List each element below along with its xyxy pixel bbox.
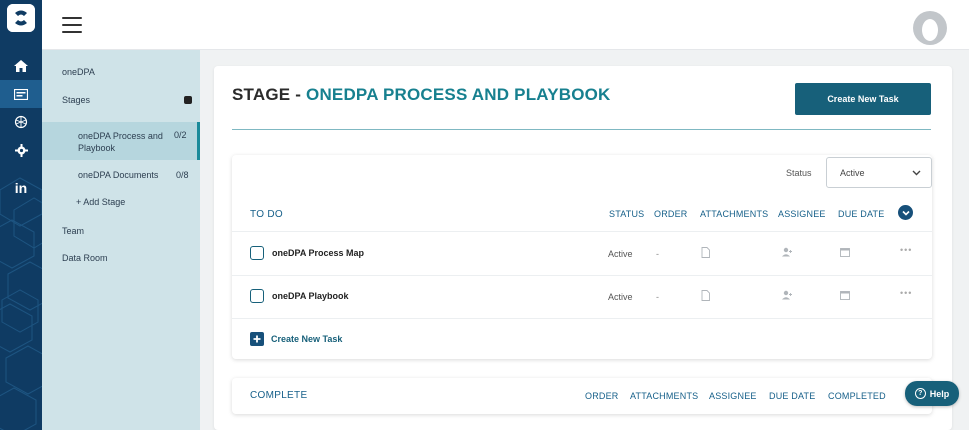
task-order: -	[656, 249, 659, 259]
create-task-link[interactable]: Create New Task	[250, 331, 342, 347]
top-bar	[42, 0, 969, 50]
chevron-down-icon	[912, 170, 921, 176]
more-options-icon[interactable]: •••	[900, 245, 912, 255]
task-name[interactable]: oneDPA Playbook	[272, 291, 349, 301]
calendar-icon[interactable]	[839, 289, 851, 301]
attachment-icon[interactable]	[699, 246, 711, 258]
col-status[interactable]: STATUS	[609, 209, 644, 219]
col-assignee[interactable]: ASSIGNEE	[778, 209, 826, 219]
project-name: oneDPA	[62, 67, 95, 77]
stage-count: 0/8	[176, 170, 189, 180]
task-checkbox[interactable]	[250, 246, 264, 260]
col-assignee[interactable]: ASSIGNEE	[709, 391, 757, 401]
icon-rail: in	[0, 0, 42, 430]
sidebar-stage-process-playbook[interactable]: oneDPA Process and Playbook 0/2	[42, 122, 200, 160]
complete-card: COMPLETE ORDER ATTACHMENTS ASSIGNEE DUE …	[232, 378, 932, 414]
more-options-icon[interactable]: •••	[900, 288, 912, 298]
columns-toggle-icon[interactable]	[898, 205, 913, 220]
todo-section-label: TO DO	[250, 209, 283, 220]
col-attachments[interactable]: ATTACHMENTS	[630, 391, 698, 401]
col-order[interactable]: ORDER	[654, 209, 688, 219]
stages-label: Stages	[62, 95, 91, 105]
assignee-icon[interactable]	[781, 289, 793, 301]
hamburger-menu-icon[interactable]	[62, 17, 82, 33]
task-status: Active	[608, 249, 633, 259]
task-order: -	[656, 292, 659, 302]
linkedin-icon[interactable]: in	[0, 174, 42, 202]
logo-icon[interactable]	[7, 4, 35, 32]
create-new-task-button[interactable]: Create New Task	[795, 83, 931, 115]
complete-section-label: COMPLETE	[250, 390, 308, 401]
status-filter-select[interactable]: Active	[826, 157, 932, 188]
stage-count: 0/2	[174, 130, 187, 140]
table-row[interactable]: oneDPA Playbook Active - •••	[232, 275, 932, 318]
col-due-date[interactable]: DUE DATE	[769, 391, 815, 401]
stage-label: oneDPA Process and Playbook	[78, 131, 163, 153]
task-name[interactable]: oneDPA Process Map	[272, 248, 364, 258]
task-status: Active	[608, 292, 633, 302]
assignee-icon[interactable]	[781, 246, 793, 258]
project-sidebar: oneDPA Stages oneDPA Process and Playboo…	[42, 50, 200, 430]
settings-icon[interactable]	[0, 136, 42, 164]
user-avatar-icon[interactable]	[912, 10, 948, 46]
col-due-date[interactable]: DUE DATE	[838, 209, 884, 219]
sidebar-stage-documents[interactable]: oneDPA Documents 0/8	[42, 166, 200, 186]
network-icon[interactable]	[0, 108, 42, 136]
linkedin-text: in	[14, 180, 28, 196]
attachment-icon[interactable]	[699, 289, 711, 301]
todo-card: Status Active TO DO STATUS ORDER ATTACHM…	[232, 155, 932, 359]
collapse-stages-icon[interactable]	[184, 96, 192, 104]
calendar-icon[interactable]	[839, 246, 851, 258]
help-button[interactable]: ? Help	[905, 381, 959, 406]
plus-icon	[250, 332, 264, 346]
page-title: STAGE - ONEDPA PROCESS AND PLAYBOOK	[232, 85, 611, 104]
stage-label: oneDPA Documents	[78, 170, 159, 180]
home-icon[interactable]	[0, 52, 42, 80]
col-attachments[interactable]: ATTACHMENTS	[700, 209, 768, 219]
stages-icon[interactable]	[0, 80, 42, 108]
table-row[interactable]: oneDPA Process Map Active - •••	[232, 232, 932, 275]
task-checkbox[interactable]	[250, 289, 264, 303]
col-order[interactable]: ORDER	[585, 391, 619, 401]
col-completed[interactable]: COMPLETED	[828, 391, 886, 401]
status-filter-label: Status	[786, 168, 812, 178]
title-divider	[232, 129, 931, 130]
help-icon: ?	[914, 388, 926, 399]
